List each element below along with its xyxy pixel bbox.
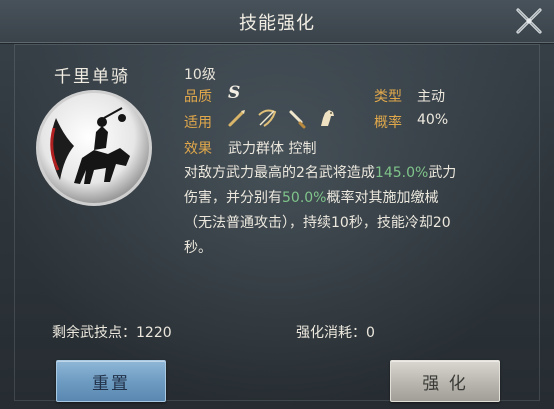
rate-value: 40% <box>417 112 449 128</box>
remaining-points: 剩余武技点：1220 <box>52 325 172 341</box>
reset-button[interactable]: 重置 <box>56 360 166 402</box>
spear-icon <box>228 110 245 127</box>
apply-label: 适用 <box>184 115 212 131</box>
enhance-button[interactable]: 强 化 <box>390 360 500 402</box>
quality-label: 品质 <box>184 89 212 105</box>
desc-text-1: 对敌方武力最高的2名武将造成 <box>184 165 375 181</box>
horse-icon <box>321 110 334 126</box>
skill-description: 对敌方武力最高的2名武将造成145.0%武力伤害，并分别有50.0%概率对其施加… <box>184 161 464 261</box>
skill-name: 千里单骑 <box>54 67 130 87</box>
quality-value: S <box>228 83 241 103</box>
sword-icon <box>289 110 306 129</box>
desc-damage-value: 145.0% <box>374 165 429 181</box>
skill-enhance-panel: 技能强化 千里单骑 10级 品质 S 类型 主动 适用 概率 40% 效果 武力… <box>0 0 554 409</box>
bow-icon <box>258 109 277 127</box>
close-button[interactable] <box>512 4 546 38</box>
effect-value: 武力群体 控制 <box>228 141 317 157</box>
close-icon <box>516 8 542 34</box>
header-bar: 技能强化 <box>0 0 554 43</box>
skill-level: 10级 <box>184 67 216 83</box>
type-value: 主动 <box>417 89 445 105</box>
rate-label: 概率 <box>374 115 402 131</box>
effect-label: 效果 <box>184 141 212 157</box>
page-title: 技能强化 <box>239 13 315 34</box>
enhance-cost: 强化消耗：0 <box>296 325 375 341</box>
desc-chance-value: 50.0% <box>282 190 327 206</box>
apply-weapons <box>226 107 338 129</box>
skill-portrait-icon <box>36 90 152 206</box>
type-label: 类型 <box>374 89 402 105</box>
